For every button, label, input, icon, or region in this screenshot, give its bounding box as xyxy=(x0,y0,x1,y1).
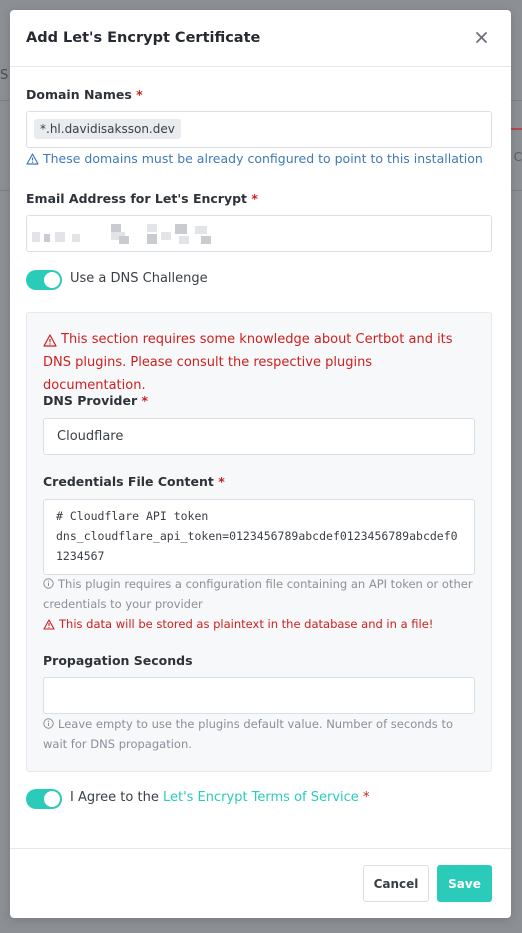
agree-prefix: I Agree to the xyxy=(70,790,159,805)
credentials-label-text: Credentials File Content xyxy=(43,474,214,489)
propagation-label: Propagation Seconds xyxy=(43,653,193,668)
credentials-hint: This plugin requires a configuration fil… xyxy=(43,577,473,611)
domain-info: These domains must be already configured… xyxy=(26,151,483,166)
required-mark: * xyxy=(251,191,258,206)
modal-footer: Cancel Save xyxy=(10,848,511,918)
bg-text-fragment: S xyxy=(0,68,9,83)
domain-names-label: Domain Names * xyxy=(26,87,143,102)
dns-warning-text: This section requires some knowledge abo… xyxy=(43,332,453,393)
credentials-textarea[interactable] xyxy=(43,499,475,575)
close-button[interactable] xyxy=(471,27,491,47)
bg-text-fragment: C xyxy=(513,150,522,164)
email-label: Email Address for Let's Encrypt * xyxy=(26,191,258,206)
dns-provider-label: DNS Provider * xyxy=(43,393,148,408)
warning-triangle-icon xyxy=(26,152,39,165)
email-input[interactable] xyxy=(26,215,492,252)
propagation-input[interactable] xyxy=(43,677,475,714)
required-mark: * xyxy=(136,87,143,102)
domain-info-text: These domains must be already configured… xyxy=(43,151,483,166)
dns-challenge-panel: This section requires some knowledge abo… xyxy=(26,312,492,772)
required-mark: * xyxy=(218,474,225,489)
credentials-warning: This data will be stored as plaintext in… xyxy=(43,617,433,631)
certificate-modal: Add Let's Encrypt Certificate Domain Nam… xyxy=(10,10,511,918)
propagation-hint: Leave empty to use the plugins default v… xyxy=(43,717,454,751)
agree-tos-label: I Agree to the Let's Encrypt Terms of Se… xyxy=(70,790,369,805)
modal-title: Add Let's Encrypt Certificate xyxy=(26,30,261,46)
close-icon xyxy=(475,31,487,43)
dns-provider-select[interactable]: Cloudflare xyxy=(43,418,475,455)
domain-names-label-text: Domain Names xyxy=(26,87,132,102)
dns-provider-label-text: DNS Provider xyxy=(43,393,138,408)
modal-header: Add Let's Encrypt Certificate xyxy=(10,10,511,67)
dns-challenge-label: Use a DNS Challenge xyxy=(70,271,208,286)
dns-provider-value: Cloudflare xyxy=(57,429,124,444)
email-label-text: Email Address for Let's Encrypt xyxy=(26,191,248,206)
credentials-warning-text: This data will be stored as plaintext in… xyxy=(59,617,434,631)
dns-challenge-toggle[interactable] xyxy=(26,270,62,290)
domain-tag[interactable]: *.hl.davidisaksson.dev xyxy=(34,119,181,139)
domain-names-input[interactable]: *.hl.davidisaksson.dev xyxy=(26,111,492,148)
required-mark: * xyxy=(141,393,149,408)
required-mark: * xyxy=(362,790,370,805)
cancel-button[interactable]: Cancel xyxy=(363,865,429,902)
tos-link[interactable]: Let's Encrypt Terms of Service xyxy=(163,790,359,805)
warning-triangle-icon xyxy=(43,618,55,630)
agree-tos-toggle[interactable] xyxy=(26,789,62,809)
save-button[interactable]: Save xyxy=(437,865,492,902)
credentials-label: Credentials File Content * xyxy=(43,474,225,489)
